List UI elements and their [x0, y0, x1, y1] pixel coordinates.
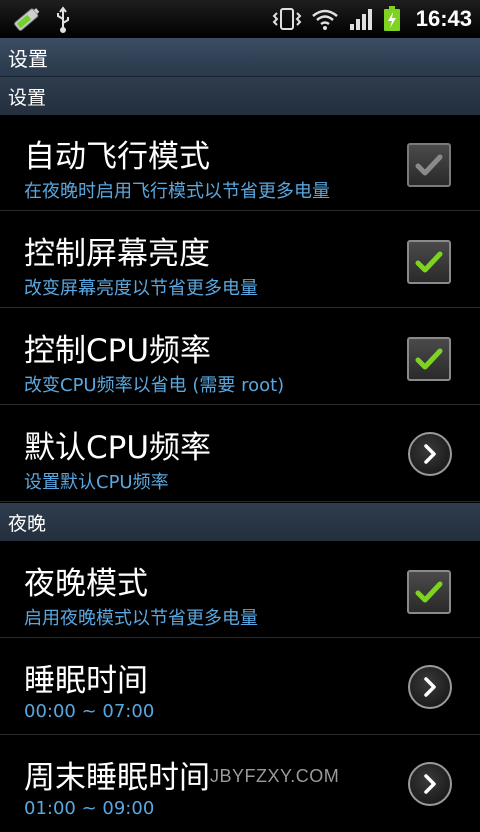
pref-night-mode[interactable]: 夜晚模式 启用夜晚模式以节省更多电量	[0, 542, 480, 638]
page-title: 设置	[8, 46, 48, 71]
section-header-label: 设置	[8, 86, 47, 109]
pref-summary: 启用夜晚模式以节省更多电量	[24, 608, 258, 629]
checkmark-icon	[415, 250, 443, 274]
section-header-settings: 设置	[0, 77, 480, 115]
pref-summary: 00:00 ~ 07:00	[24, 701, 155, 722]
wifi-icon	[310, 6, 340, 32]
signal-icon	[348, 6, 374, 32]
watermark: JBYFZXY.COM	[210, 766, 340, 786]
pref-summary: 改变CPU频率以省电 (需要 root)	[24, 375, 285, 396]
weekend-sleep-arrow-button[interactable]	[408, 762, 452, 806]
status-bar: 16:43	[0, 0, 480, 38]
cpu-frequency-checkbox[interactable]	[407, 337, 451, 381]
pref-summary: 设置默认CPU频率	[24, 472, 169, 493]
brightness-checkbox[interactable]	[407, 240, 451, 284]
sleep-time-arrow-button[interactable]	[408, 665, 452, 709]
chevron-right-icon	[420, 443, 440, 465]
pref-control-cpu-frequency[interactable]: 控制CPU频率 改变CPU频率以省电 (需要 root)	[0, 309, 480, 405]
pref-default-cpu-frequency[interactable]: 默认CPU频率 设置默认CPU频率	[0, 406, 480, 502]
pref-summary: 改变屏幕亮度以节省更多电量	[24, 278, 258, 299]
pref-title: 自动飞行模式	[24, 139, 210, 175]
usb-icon	[54, 5, 72, 33]
clock: 16:43	[415, 6, 472, 31]
chevron-right-icon	[420, 773, 440, 795]
auto-airplane-checkbox[interactable]	[407, 143, 451, 187]
battery-charging-icon	[382, 5, 402, 33]
pref-title: 周末睡眠时间	[24, 760, 210, 796]
battery-saver-icon	[10, 4, 44, 34]
night-mode-checkbox[interactable]	[407, 570, 451, 614]
chevron-right-icon	[420, 676, 440, 698]
checkmark-icon	[415, 580, 443, 604]
pref-auto-airplane-mode[interactable]: 自动飞行模式 在夜晚时启用飞行模式以节省更多电量	[0, 115, 480, 211]
pref-control-brightness[interactable]: 控制屏幕亮度 改变屏幕亮度以节省更多电量	[0, 212, 480, 308]
pref-title: 夜晚模式	[24, 566, 148, 602]
pref-title: 默认CPU频率	[24, 430, 212, 466]
pref-summary: 01:00 ~ 09:00	[24, 798, 155, 819]
pref-sleep-time[interactable]: 睡眠时间 00:00 ~ 07:00	[0, 639, 480, 735]
pref-title: 控制CPU频率	[24, 333, 212, 369]
checkmark-icon	[415, 347, 443, 371]
default-cpu-arrow-button[interactable]	[408, 432, 452, 476]
section-header-label: 夜晚	[8, 512, 47, 535]
pref-title: 控制屏幕亮度	[24, 236, 210, 272]
checkmark-icon	[415, 153, 443, 177]
section-header-night: 夜晚	[0, 503, 480, 541]
pref-title: 睡眠时间	[24, 663, 148, 699]
vibrate-icon	[272, 5, 302, 33]
pref-summary: 在夜晚时启用飞行模式以节省更多电量	[24, 181, 330, 202]
title-bar: 设置	[0, 38, 480, 77]
